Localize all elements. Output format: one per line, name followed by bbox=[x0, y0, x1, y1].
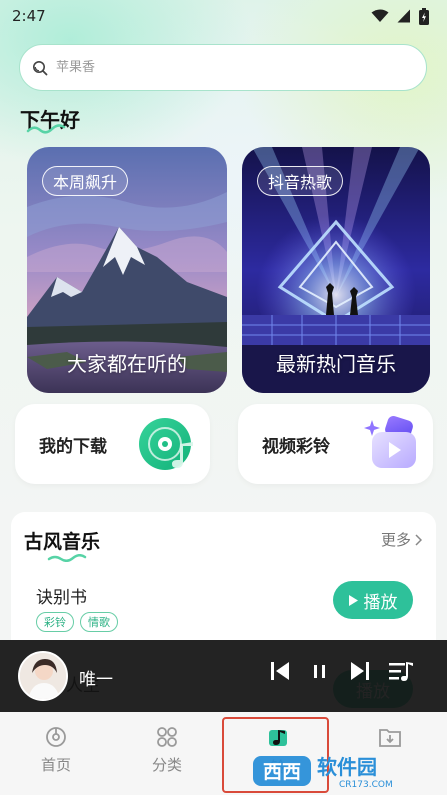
download-folder-icon bbox=[379, 729, 401, 747]
svg-text:软件园: 软件园 bbox=[317, 755, 377, 779]
previous-track-icon[interactable] bbox=[270, 660, 290, 682]
next-track-icon[interactable] bbox=[350, 660, 370, 682]
svg-text:西西: 西西 bbox=[263, 761, 301, 783]
weekly-rising-card[interactable]: 本周飙升 大家都在听的 bbox=[27, 147, 227, 393]
card-caption: 大家都在听的 bbox=[67, 352, 187, 376]
quick-action-label: 视频彩铃 bbox=[262, 437, 330, 457]
card-caption: 最新热门音乐 bbox=[276, 352, 396, 376]
grid-icon bbox=[157, 727, 177, 747]
watermark-logo: 西西 软件园 CR173.COM bbox=[253, 755, 393, 790]
status-bar: 2:47 bbox=[0, 0, 447, 32]
card-tag: 本周飙升 bbox=[42, 166, 129, 196]
battery-icon bbox=[419, 7, 429, 25]
song-title[interactable]: 诀别书 bbox=[36, 583, 87, 608]
quick-action-label: 我的下载 bbox=[39, 437, 107, 457]
pause-icon[interactable] bbox=[313, 660, 327, 682]
signal-icon bbox=[397, 9, 410, 23]
song-tag: 彩铃 bbox=[36, 612, 74, 632]
section-more-link[interactable]: 更多 bbox=[381, 529, 422, 550]
my-downloads-button[interactable]: 我的下载 bbox=[15, 404, 210, 484]
wifi-icon bbox=[371, 9, 389, 22]
now-playing-title: 唯一 bbox=[79, 670, 113, 690]
video-ringtone-icon bbox=[364, 416, 416, 468]
watermark: 西西 软件园 CR173.COM bbox=[247, 752, 437, 792]
album-cover-artwork bbox=[20, 653, 66, 699]
song-tag: 情歌 bbox=[80, 612, 118, 632]
nav-home[interactable]: 首页 bbox=[26, 726, 86, 775]
search-bar[interactable] bbox=[19, 44, 427, 91]
section-title: 古风音乐 bbox=[24, 531, 101, 553]
card-tag: 抖音热歌 bbox=[257, 166, 344, 196]
douyin-hits-card[interactable]: 抖音热歌 最新热门音乐 bbox=[242, 147, 430, 393]
greeting-underline bbox=[26, 124, 66, 134]
nav-category[interactable]: 分类 bbox=[137, 726, 197, 775]
song-tags: 彩铃 情歌 bbox=[36, 612, 118, 632]
search-input[interactable] bbox=[56, 60, 386, 75]
album-cover bbox=[18, 651, 68, 701]
playlist-icon[interactable] bbox=[388, 660, 414, 684]
play-button[interactable]: 播放 bbox=[333, 581, 413, 619]
play-icon bbox=[348, 594, 358, 606]
nav-download[interactable] bbox=[360, 726, 420, 748]
music-disc-icon bbox=[46, 727, 66, 747]
chevron-right-icon bbox=[415, 533, 422, 546]
nav-label: 首页 bbox=[40, 756, 71, 774]
search-icon bbox=[33, 60, 48, 75]
video-ringtone-button[interactable]: 视频彩铃 bbox=[238, 404, 433, 484]
section-title-underline bbox=[47, 554, 87, 562]
status-icons bbox=[371, 7, 429, 25]
status-time: 2:47 bbox=[12, 7, 46, 25]
cd-download-icon bbox=[139, 418, 193, 470]
more-label: 更多 bbox=[380, 531, 411, 549]
play-button-label: 播放 bbox=[363, 592, 398, 613]
nav-label: 分类 bbox=[151, 756, 182, 774]
svg-text:CR173.COM: CR173.COM bbox=[339, 780, 393, 790]
